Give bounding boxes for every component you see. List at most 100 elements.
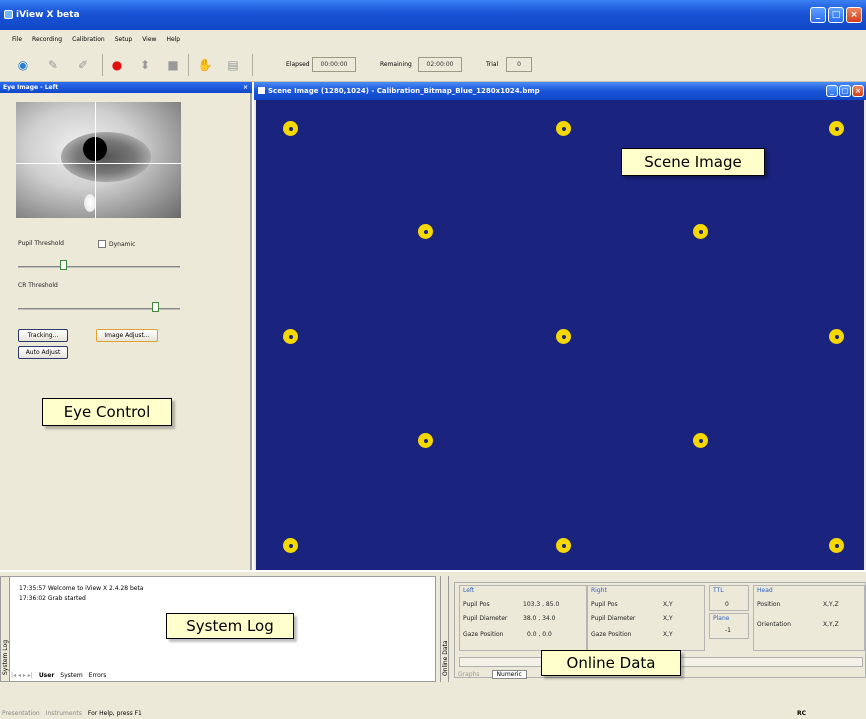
right-pupil-diameter-value: X,Y (663, 615, 673, 622)
system-log-callout: System Log (166, 613, 294, 639)
toolbar: ◉ ✎ ✐ ● ⬍ ■ ✋ ▤ Elapsed 00:00:00 Remaini… (0, 48, 866, 82)
hand-icon[interactable]: ✋ (196, 56, 214, 74)
head-orientation-value: X,Y,Z (823, 621, 839, 628)
trial-field: 0 (506, 57, 532, 72)
document-icon[interactable]: ▤ (224, 56, 242, 74)
log-line: 17:35:57 Welcome to iView X 2.4.28 beta (19, 585, 144, 592)
left-pupil-diameter-label: Pupil Diameter (463, 615, 508, 622)
scene-image-callout: Scene Image (621, 148, 765, 176)
pupil-threshold-slider[interactable] (18, 266, 180, 268)
record-icon[interactable]: ● (108, 56, 126, 74)
calibration-point (829, 538, 844, 553)
eye-icon[interactable]: ◉ (14, 56, 32, 74)
plane-header: Plane (713, 615, 730, 622)
tab-user[interactable]: User (39, 672, 54, 679)
eye-panel-title: Eye Image - Left (3, 84, 59, 91)
log-line: 17:36:02 Grab started (19, 595, 86, 602)
validate-icon[interactable]: ✐ (74, 56, 92, 74)
scene-maximize-icon[interactable]: □ (839, 85, 851, 97)
close-icon[interactable]: × (846, 7, 862, 23)
right-pupil-pos-value: X,Y (663, 601, 673, 608)
dynamic-label: Dynamic (109, 241, 136, 248)
right-gaze-position-label: Gaze Position (591, 631, 632, 638)
minimize-icon[interactable]: _ (810, 7, 826, 23)
eye-control-callout: Eye Control (42, 398, 172, 426)
pupil-threshold-label: Pupil Threshold (18, 240, 64, 247)
calibration-point (693, 224, 708, 239)
crosshair-horizontal (16, 163, 181, 164)
scene-window-icon (258, 87, 265, 94)
right-eye-header: Right (591, 587, 607, 594)
tab-numeric[interactable]: Numeric (491, 669, 527, 679)
calibration-point (693, 433, 708, 448)
tab-system[interactable]: System (60, 672, 82, 679)
calibration-point (829, 329, 844, 344)
tab-errors[interactable]: Errors (89, 672, 107, 679)
left-pupil-pos-label: Pupil Pos (463, 601, 490, 608)
pause-icon[interactable]: ⬍ (136, 56, 154, 74)
calibration-point (556, 538, 571, 553)
system-log-sidebar: System Log (1, 577, 10, 681)
auto-adjust-button[interactable]: Auto Adjust (18, 346, 68, 359)
head-position-label: Position (757, 601, 781, 608)
scene-title-bar: Scene Image (1280,1024) - Calibration_Bi… (254, 82, 866, 100)
menu-bar: File Recording Calibration Setup View He… (0, 30, 866, 48)
menu-help[interactable]: Help (166, 36, 180, 43)
status-instruments[interactable]: Instruments (46, 710, 82, 717)
bottom-panels: System Log 17:35:57 Welcome to iView X 2… (0, 572, 866, 707)
scene-title: Scene Image (1280,1024) - Calibration_Bi… (268, 87, 540, 95)
system-log-side-label: System Log (2, 640, 9, 675)
tab-nav-arrows[interactable]: |◂ ◂ ▸ ▸| (11, 672, 33, 679)
eye-panel-close-icon[interactable]: × (243, 82, 248, 93)
toolbar-separator (188, 54, 189, 76)
status-rc: RC (796, 709, 806, 717)
menu-setup[interactable]: Setup (115, 36, 132, 43)
left-gaze-position-value: 0.0 , 0.0 (527, 631, 552, 638)
remaining-label: Remaining (380, 61, 412, 68)
eye-panel-title-bar: Eye Image - Left × (0, 82, 252, 93)
calibration-point (283, 121, 298, 136)
tab-graphs[interactable]: Graphs (454, 671, 484, 678)
maximize-icon[interactable]: □ (828, 7, 844, 23)
tracking-button[interactable]: Tracking... (18, 329, 68, 342)
menu-recording[interactable]: Recording (32, 36, 62, 43)
app-title-bar: iView X beta _ □ × (0, 0, 866, 30)
stop-icon[interactable]: ■ (164, 56, 182, 74)
eye-control-panel: Eye Image - Left × Pupil Threshold Dynam… (0, 82, 252, 570)
scene-image[interactable] (256, 100, 864, 570)
menu-file[interactable]: File (12, 36, 22, 43)
calibration-point (418, 224, 433, 239)
head-orientation-label: Orientation (757, 621, 791, 628)
head-group (753, 585, 865, 651)
calibration-point (283, 329, 298, 344)
menu-view[interactable]: View (142, 36, 156, 43)
scene-minimize-icon[interactable]: _ (826, 85, 838, 97)
plane-value: -1 (725, 627, 731, 634)
status-presentation[interactable]: Presentation (2, 710, 40, 717)
calibration-point (418, 433, 433, 448)
elapsed-label: Elapsed (286, 61, 310, 68)
ttl-value: 0 (725, 601, 729, 608)
dynamic-checkbox[interactable] (98, 240, 106, 248)
pupil-threshold-thumb[interactable] (59, 260, 67, 270)
calibration-point (829, 121, 844, 136)
head-header: Head (757, 587, 773, 594)
status-help-text: For Help, press F1 (87, 709, 142, 717)
image-adjust-button[interactable]: Image Adjust... (96, 329, 158, 342)
menu-calibration[interactable]: Calibration (72, 36, 105, 43)
cr-threshold-label: CR Threshold (18, 282, 58, 289)
eye-image (16, 102, 181, 218)
log-tabs: |◂ ◂ ▸ ▸| User System Errors (11, 669, 106, 681)
scene-close-icon[interactable]: × (852, 85, 864, 97)
online-data-callout: Online Data (541, 650, 681, 676)
cr-threshold-thumb[interactable] (152, 302, 160, 312)
calibration-point (556, 329, 571, 344)
toolbar-separator (252, 54, 253, 76)
online-tabs: Graphs Numeric (454, 668, 527, 680)
status-bar: Presentation Instruments For Help, press… (0, 707, 866, 719)
online-data-side-label: Online Data (442, 640, 449, 676)
app-title: iView X beta (16, 10, 80, 20)
calibrate-icon[interactable]: ✎ (44, 56, 62, 74)
right-pupil-pos-label: Pupil Pos (591, 601, 618, 608)
ttl-header: TTL (713, 587, 724, 594)
